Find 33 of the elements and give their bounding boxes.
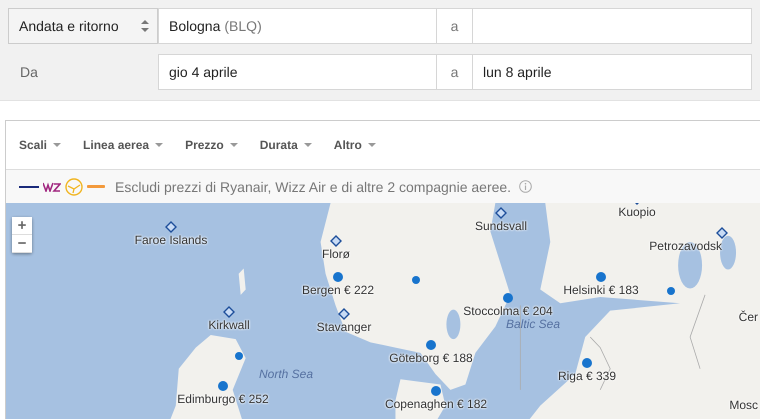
- notice-text[interactable]: Escludi prezzi di Ryanair, Wizz Air e di altre 2 compagnie aeree.: [115, 178, 512, 194]
- price-label[interactable]: Bergen € 222: [302, 283, 374, 297]
- return-date-field[interactable]: lun 8 aprile: [472, 54, 752, 90]
- map-label: North Sea: [258, 367, 314, 381]
- filter-dropdown[interactable]: Linea aerea: [83, 138, 164, 152]
- map-label: Stavanger: [316, 320, 372, 334]
- filter-dropdown[interactable]: Scali: [19, 138, 62, 152]
- zoom-out-button[interactable]: −: [12, 235, 32, 253]
- price-label[interactable]: Riga € 339: [558, 369, 616, 383]
- price-label[interactable]: Edimburgo € 252: [177, 392, 269, 406]
- origin-field[interactable]: Bologna (BLQ): [158, 8, 437, 44]
- zoom-in-button[interactable]: +: [12, 217, 32, 235]
- map-label: Florø: [322, 247, 350, 261]
- price-label[interactable]: Göteborg € 188: [389, 351, 473, 365]
- price-label[interactable]: Copenaghen € 182: [384, 397, 488, 411]
- map-label: Čer: [738, 310, 758, 324]
- map-label: Baltic Sea: [506, 317, 560, 331]
- map-label: Sundsvall: [474, 219, 528, 233]
- map-label: Petrozavodsk: [649, 239, 722, 253]
- trip-type-select[interactable]: Andata e ritorno: [8, 8, 158, 44]
- filter-dropdown[interactable]: Prezzo: [185, 138, 238, 152]
- map-label: Kirkwall: [208, 318, 250, 332]
- map-label: Faroe Islands: [134, 233, 208, 247]
- separator-label: a: [437, 8, 472, 44]
- price-label[interactable]: Stoccolma € 204: [463, 304, 553, 318]
- filter-dropdown[interactable]: Durata: [260, 138, 312, 152]
- filter-dropdown[interactable]: Altro: [334, 138, 376, 152]
- price-label[interactable]: Helsinki € 183: [563, 283, 639, 297]
- map-label: Mosc: [729, 398, 758, 412]
- map-label: Kuopio: [618, 205, 656, 219]
- dates-label: Da: [19, 63, 39, 82]
- depart-date-field[interactable]: gio 4 aprile: [158, 54, 437, 90]
- separator-label: a: [437, 54, 472, 90]
